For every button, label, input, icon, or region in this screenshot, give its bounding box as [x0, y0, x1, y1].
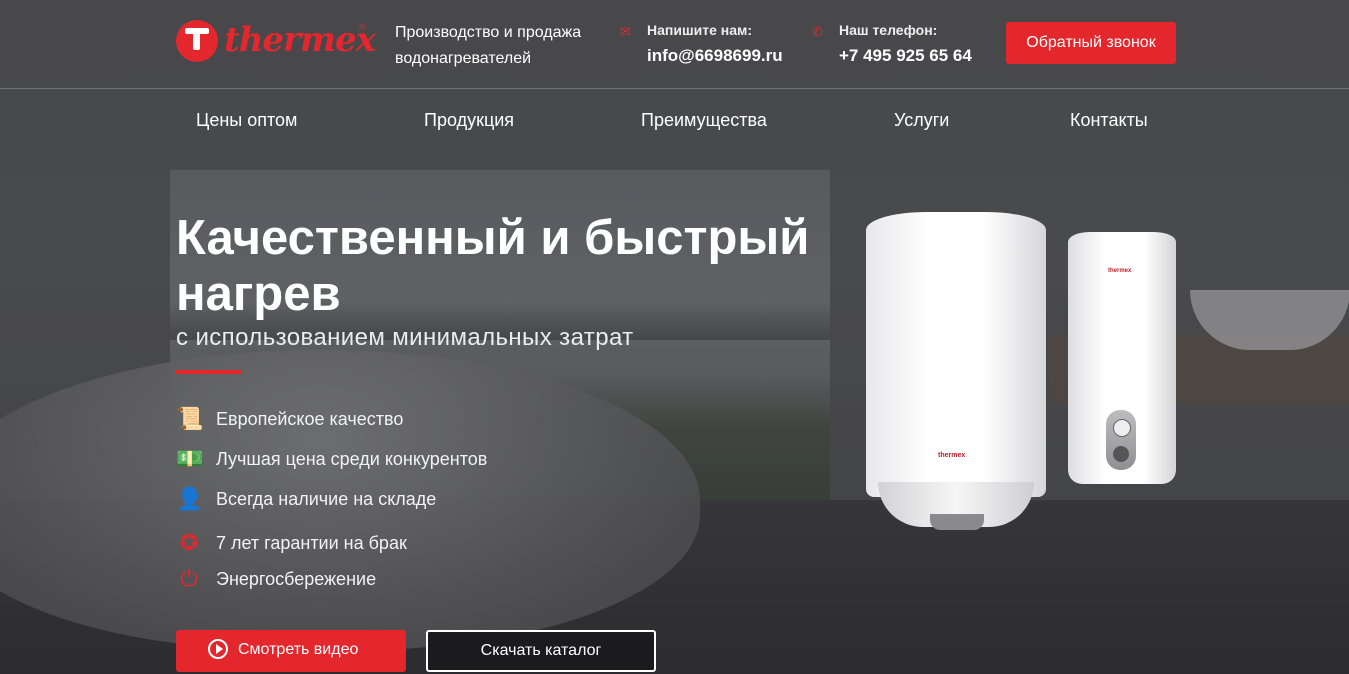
download-catalog-button[interactable]: Скачать каталог: [426, 630, 656, 672]
phone-icon: ✆: [812, 24, 823, 39]
feature-item: 📜 Европейское качество: [176, 404, 576, 434]
feature-text: Европейское качество: [216, 409, 404, 429]
nav-item-advantages[interactable]: Преимущества: [641, 110, 767, 131]
site-header: thermex ® Производство и продажа водонаг…: [0, 0, 1349, 89]
thermometer-dial-icon: [1113, 419, 1131, 437]
water-heater-slim-image: thermex: [1068, 232, 1176, 484]
nav-item-services[interactable]: Услуги: [894, 110, 949, 131]
heater-logo: thermex: [1108, 268, 1132, 274]
feature-item: 👤 Всегда наличие на складе: [176, 484, 576, 514]
watch-video-button[interactable]: Смотреть видео: [176, 630, 406, 672]
feature-item: ⏻ Энергосбережение: [176, 564, 576, 594]
main-nav: Цены оптом Продукция Преимущества Услуги…: [0, 88, 1349, 152]
envelope-icon: ✉: [620, 24, 631, 39]
logo-text: thermex: [224, 20, 376, 60]
nav-item-prices[interactable]: Цены оптом: [196, 110, 297, 131]
nav-item-contacts[interactable]: Контакты: [1070, 110, 1148, 131]
watch-video-label: Смотреть видео: [238, 641, 359, 658]
control-knob-icon: [1113, 446, 1129, 462]
phone-label: Наш телефон:: [839, 22, 938, 38]
email-contact: ✉ Напишите нам: info@6698699.ru: [620, 22, 783, 66]
header-tagline: Производство и продажа водонагревателей: [395, 24, 582, 67]
feature-text: 7 лет гарантии на брак: [216, 533, 407, 553]
certificate-icon: 📜: [176, 406, 204, 431]
hero-title: Качественный и быстрый нагрев: [176, 211, 810, 321]
email-label: Напишите нам:: [647, 22, 753, 38]
feature-text: Лучшая цена среди конкурентов: [216, 449, 488, 469]
water-heater-round-image: thermex: [866, 212, 1046, 530]
hero-subtitle: с использованием минимальных затрат: [176, 324, 634, 351]
callback-button[interactable]: Обратный звонок: [1006, 22, 1176, 64]
warehouse-person-icon: 👤: [176, 486, 204, 511]
feature-item: 💵 Лучшая цена среди конкурентов: [176, 444, 576, 474]
title-divider: [176, 370, 242, 374]
nav-item-products[interactable]: Продукция: [424, 110, 514, 131]
email-link[interactable]: info@6698699.ru: [620, 46, 783, 66]
thermex-logo[interactable]: thermex ®: [176, 18, 376, 64]
award-badge-icon: ✪: [179, 530, 199, 555]
feature-item: ✪ 7 лет гарантии на брак: [176, 528, 576, 558]
heater-logo: thermex: [938, 452, 966, 459]
phone-link[interactable]: +7 495 925 65 64: [812, 46, 972, 66]
play-icon: [208, 639, 228, 659]
phone-contact: ✆ Наш телефон: +7 495 925 65 64: [812, 22, 972, 66]
feature-text: Всегда наличие на складе: [216, 489, 437, 509]
feature-text: Энергосбережение: [216, 569, 377, 589]
plug-icon: ⏻: [180, 566, 198, 591]
money-stack-icon: 💵: [176, 446, 204, 471]
